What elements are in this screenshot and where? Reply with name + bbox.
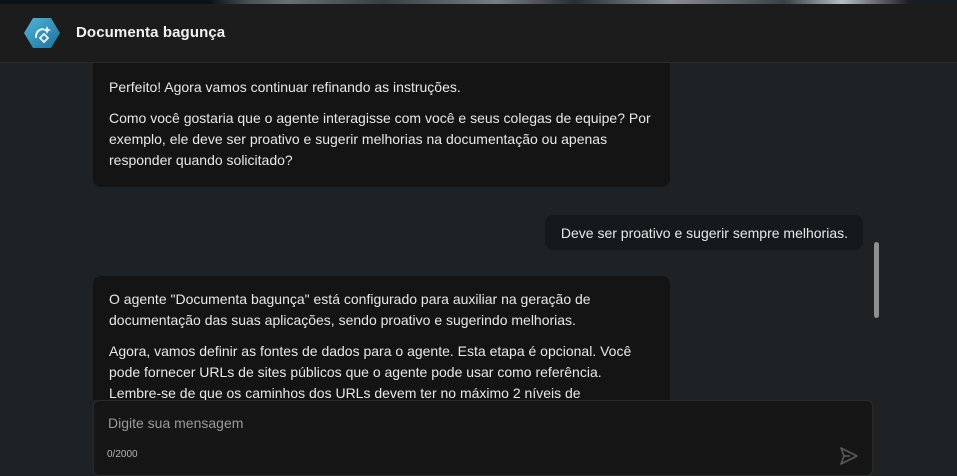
agent-title: Documenta bagunça bbox=[76, 24, 226, 41]
message-input[interactable] bbox=[106, 411, 810, 435]
app-header: Documenta bagunça bbox=[0, 4, 957, 63]
character-counter: 0/2000 bbox=[107, 449, 138, 460]
message-composer: 0/2000 bbox=[93, 400, 873, 476]
bot-message: Perfeito! Agora vamos continuar refinand… bbox=[93, 63, 670, 187]
message-paragraph: Agora, vamos definir as fontes de dados … bbox=[109, 343, 632, 400]
chat-transcript: Perfeito! Agora vamos continuar refinand… bbox=[0, 63, 957, 400]
hexagon-sparkle-icon bbox=[24, 17, 60, 49]
message-paragraph: Perfeito! Agora vamos continuar refinand… bbox=[109, 79, 461, 95]
message-paragraph: O agente "Documenta bagunça" está config… bbox=[109, 291, 591, 328]
bot-message: O agente "Documenta bagunça" está config… bbox=[93, 276, 670, 400]
user-message: Deve ser proativo e sugerir sempre melho… bbox=[544, 215, 863, 250]
send-arrow-icon[interactable] bbox=[838, 445, 860, 467]
chat-scrollbar-thumb[interactable] bbox=[874, 242, 879, 318]
message-paragraph: Como você gostaria que o agente interagi… bbox=[109, 110, 651, 168]
